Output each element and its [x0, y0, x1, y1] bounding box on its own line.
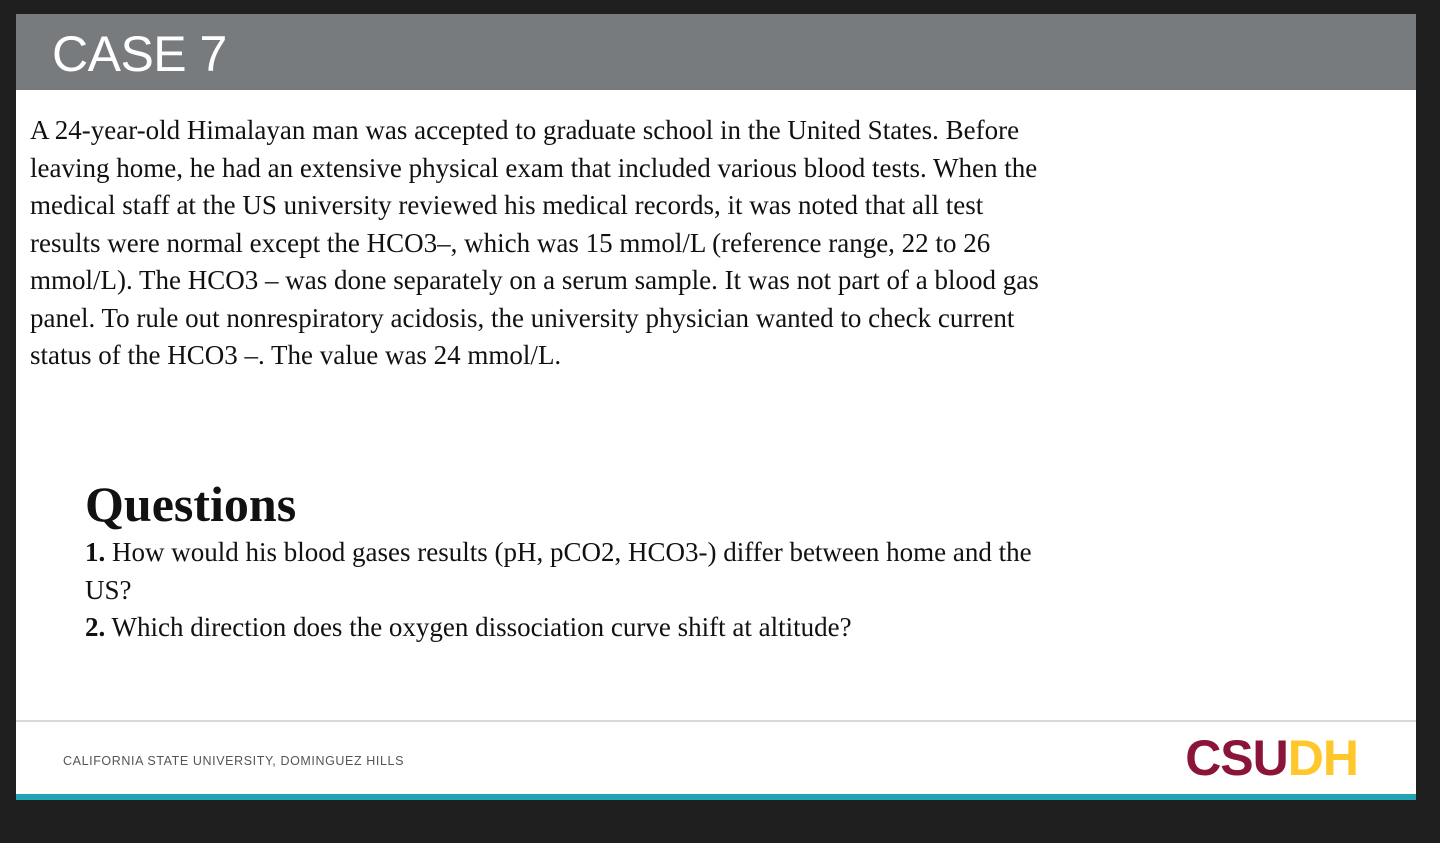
questions-list: 1. How would his blood gases results (pH… [85, 534, 1235, 647]
logo-csu: CSU [1185, 730, 1289, 786]
institution-name: CALIFORNIA STATE UNIVERSITY, DOMINGUEZ H… [63, 754, 405, 768]
case-description: A 24-year-old Himalayan man was accepted… [30, 112, 1230, 375]
accent-bar [16, 794, 1416, 800]
question-item-2: 2. Which direction does the oxygen disso… [85, 609, 1235, 647]
case-line-4: results were normal except the HCO3–, wh… [30, 227, 991, 258]
csudh-logo: CSUDH [1185, 730, 1359, 786]
questions-heading: Questions [85, 476, 297, 532]
footer-divider [16, 720, 1416, 722]
case-line-7: status of the HCO3 –. The value was 24 m… [30, 340, 562, 370]
slide: CASE 7 A 24-year-old Himalayan man was a… [16, 14, 1416, 800]
case-line-3: medical staff at the US university revie… [30, 190, 984, 220]
question-number: 2. [85, 612, 106, 642]
case-line-2: leaving home, he had an extensive physic… [30, 152, 1038, 183]
question-text: How would his blood gases results (pH, p… [112, 537, 1032, 567]
question-number: 1. [85, 537, 106, 567]
question-text: Which direction does the oxygen dissocia… [111, 612, 852, 642]
question-item-1: 1. How would his blood gases results (pH… [85, 534, 1235, 572]
case-line-1: A 24-year-old Himalayan man was accepted… [30, 115, 1020, 145]
question-text-continued: US? [85, 574, 132, 605]
slide-title: CASE 7 [52, 26, 227, 82]
title-bar: CASE 7 [16, 14, 1416, 90]
case-line-6: panel. To rule out nonrespiratory acidos… [30, 302, 1015, 333]
question-item-1-continued: US? [85, 572, 1235, 610]
logo-dh: DH [1287, 730, 1359, 786]
case-line-5: mmol/L). The HCO3 – was done separately … [30, 265, 1039, 295]
questions-section: Questions 1. How would his blood gases r… [85, 474, 1235, 647]
